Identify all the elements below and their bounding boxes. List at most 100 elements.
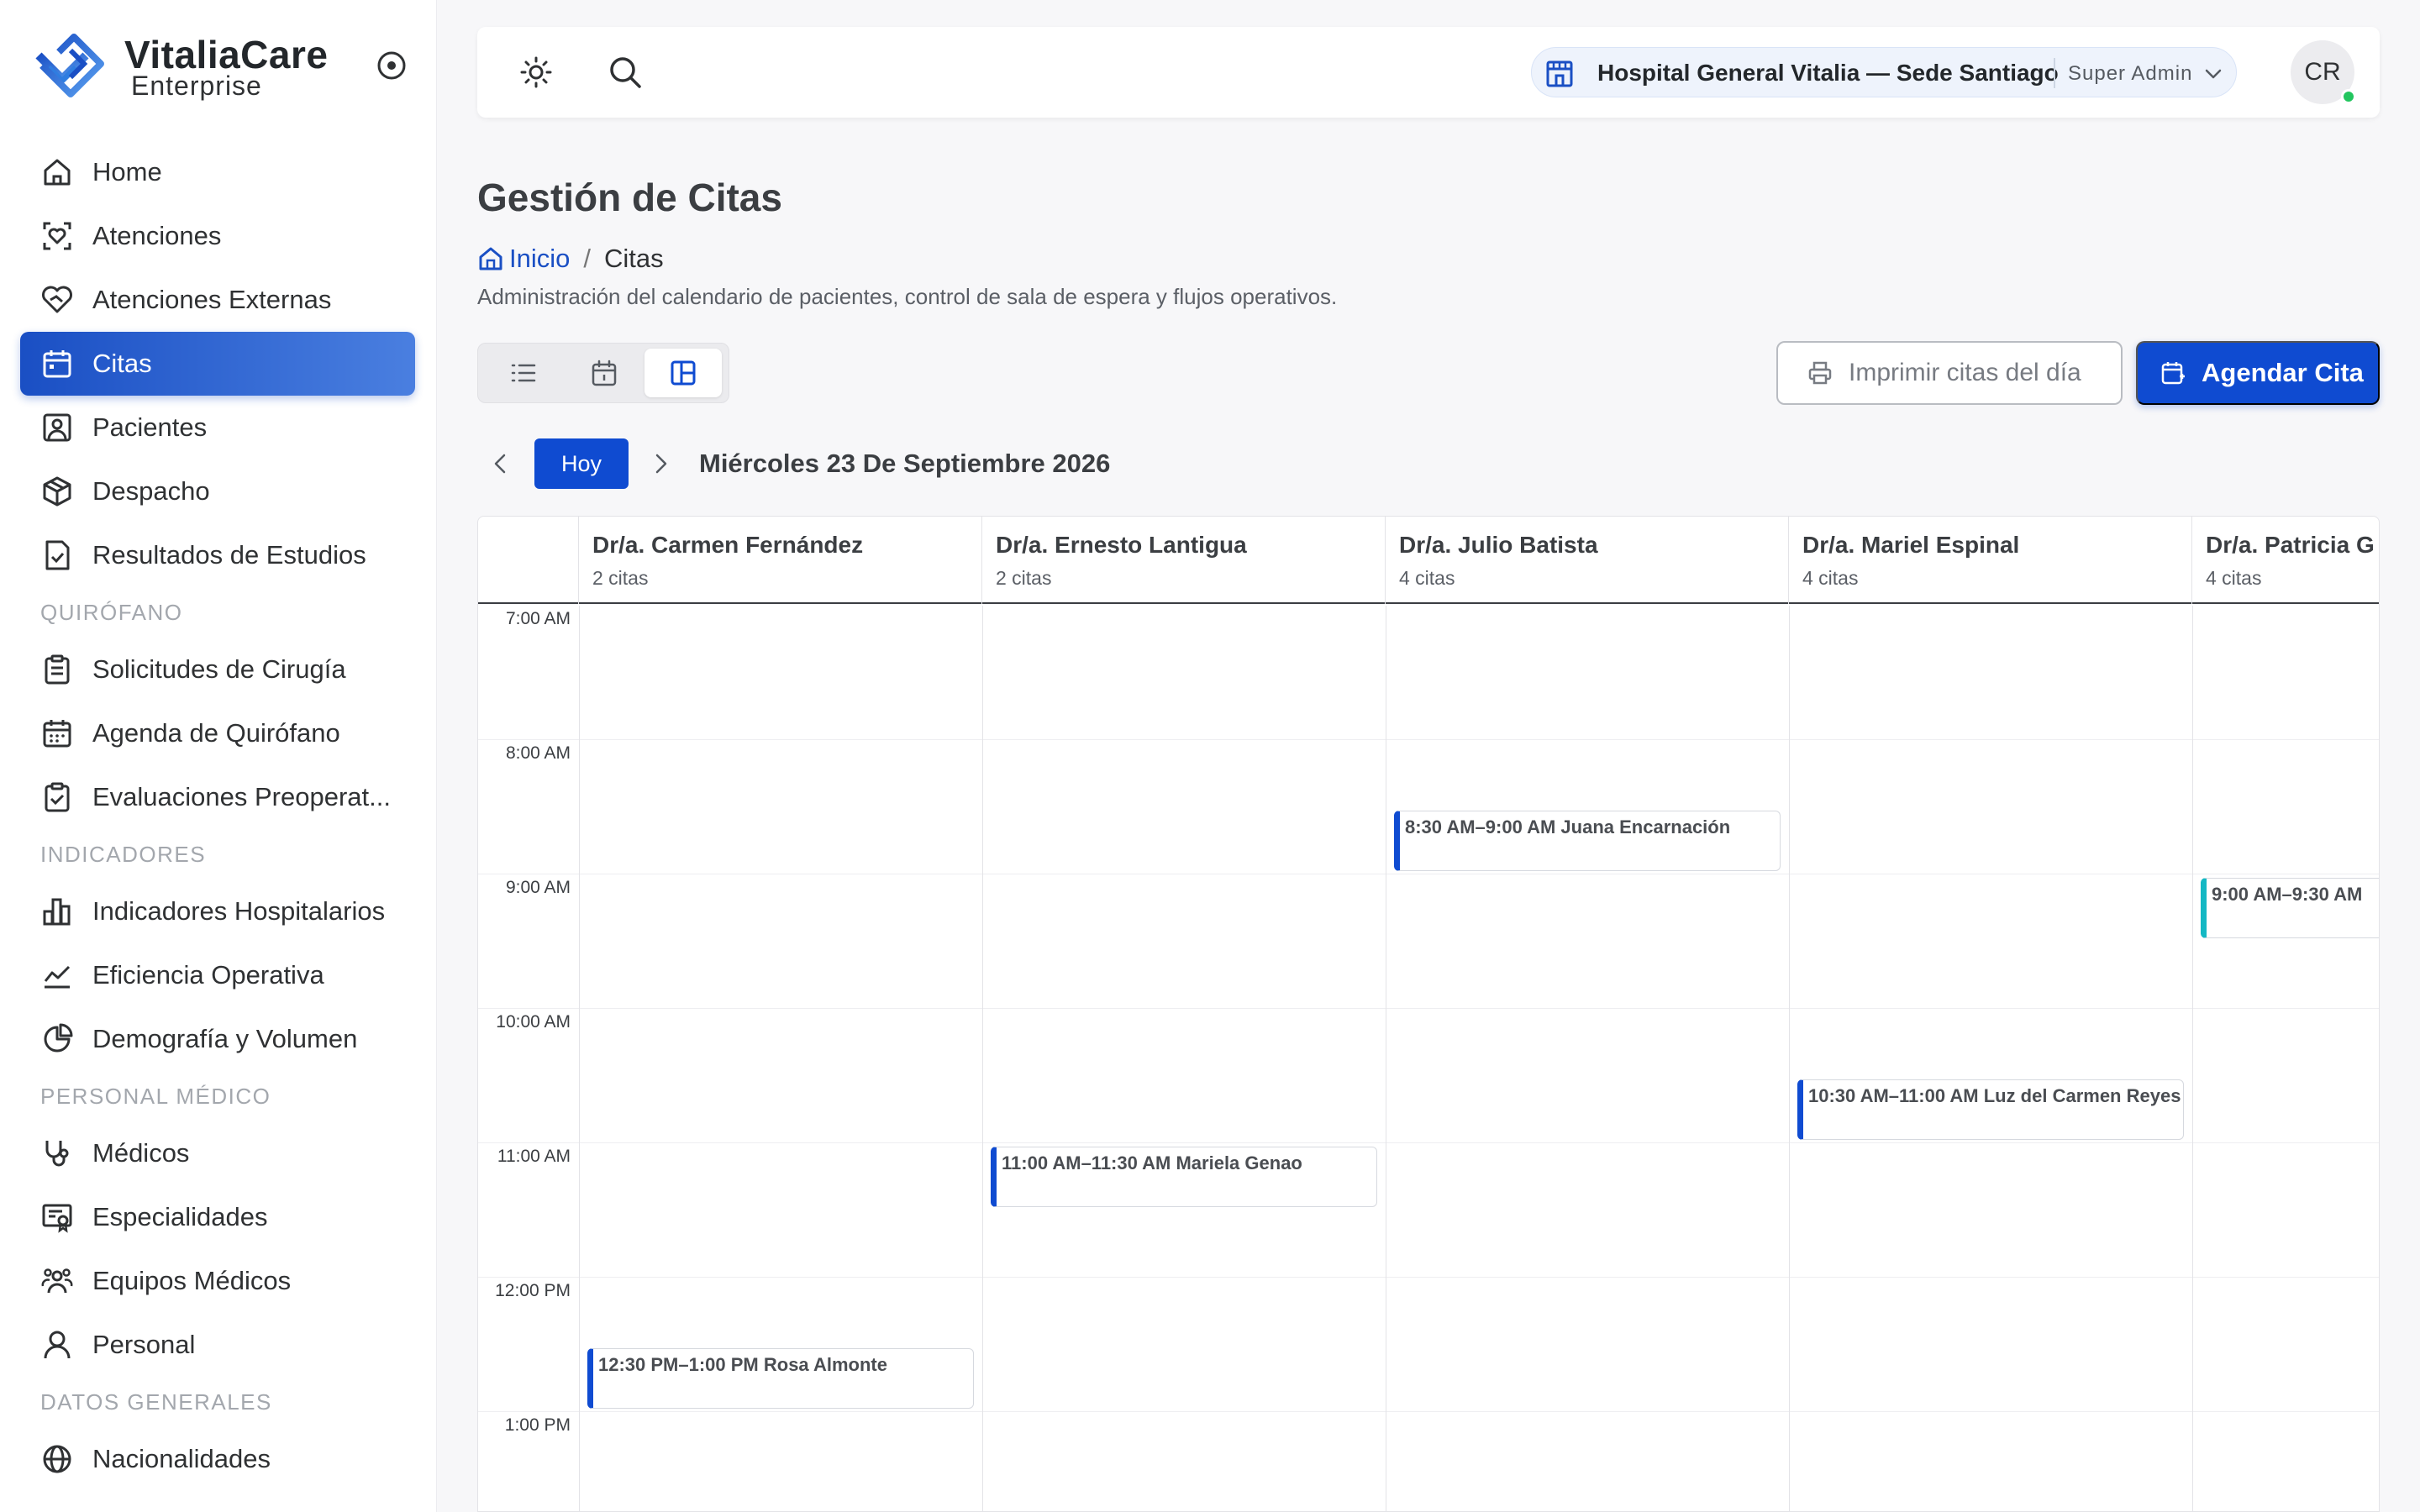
breadcrumb-home-link[interactable]: Inicio: [477, 244, 570, 274]
sidebar-item-pacientes[interactable]: Pacientes: [20, 396, 415, 459]
sidebar-item-citas[interactable]: Citas: [20, 332, 415, 396]
date-navigation: Hoy Miércoles 23 De Septiembre 2026: [477, 437, 1234, 491]
sidebar-item-label: Solicitudes de Cirugía: [92, 654, 346, 684]
bar-chart-icon: [40, 895, 74, 928]
topbar: Hospital General Vitalia — Sede Santiago…: [477, 27, 2380, 118]
hour-label: 12:00 PM: [495, 1281, 571, 1300]
doctor-column-header[interactable]: Dr/a. Carmen Fernández 2 citas: [579, 517, 982, 604]
sidebar-item-agenda-de-quirofano[interactable]: Agenda de Quirófano: [20, 701, 415, 765]
home-icon: [479, 247, 502, 270]
page-title: Gestión de Citas: [477, 176, 782, 219]
schedule-appointment-label: Agendar Cita: [2202, 358, 2364, 387]
sidebar-item-label: Evaluaciones Preoperat...: [92, 782, 391, 811]
view-switcher: [477, 343, 729, 403]
user-icon: [40, 1328, 74, 1362]
hour-row[interactable]: 7:00 AM: [478, 606, 2379, 740]
sidebar-item-label: Home: [92, 157, 162, 186]
search-icon[interactable]: [607, 54, 644, 91]
hour-label: 1:00 PM: [504, 1415, 571, 1435]
user-square-icon: [40, 411, 74, 444]
chevron-left-icon[interactable]: [489, 452, 513, 475]
sidebar-section-title: PERSONAL MÉDICO: [40, 1083, 271, 1109]
sidebar-item-indicadores-hospitalarios[interactable]: Indicadores Hospitalarios: [20, 879, 415, 943]
file-check-icon: [40, 538, 74, 572]
brand[interactable]: VitaliaCare Enterprise: [34, 29, 412, 104]
print-day-button[interactable]: Imprimir citas del día: [1776, 341, 2123, 405]
time-column-header: [478, 517, 579, 604]
sidebar-section-title: QUIRÓFANO: [40, 599, 183, 625]
hour-label: 7:00 AM: [505, 609, 571, 628]
sidebar-toggle-icon[interactable]: [375, 49, 408, 82]
sidebar-item-personal[interactable]: Personal: [20, 1313, 415, 1377]
board-view-button[interactable]: [644, 349, 722, 397]
sidebar-item-label: Especialidades: [92, 1202, 268, 1231]
sidebar-item-equipos-medicos[interactable]: Equipos Médicos: [20, 1249, 415, 1313]
appointment-count: 2 citas: [996, 567, 1052, 589]
sidebar-section-title: DATOS GENERALES: [40, 1389, 272, 1415]
breadcrumb-current: Citas: [604, 244, 664, 273]
appointment-count: 2 citas: [592, 567, 649, 589]
calendar-view-button[interactable]: [566, 349, 643, 397]
doctor-column-header[interactable]: Dr/a. Mariel Espinal 4 citas: [1789, 517, 2192, 604]
doctor-name: Dr/a. Carmen Fernández: [592, 532, 864, 558]
list-view-button[interactable]: [485, 349, 562, 397]
printer-icon: [1808, 361, 1832, 385]
appointment-count: 4 citas: [2206, 567, 2262, 589]
doctor-name: Dr/a. Ernesto Lantigua: [996, 532, 1247, 558]
sidebar-item-label: Equipos Médicos: [92, 1266, 292, 1295]
appointment-event[interactable]: 8:30 AM–9:00 AM Juana Encarnación: [1394, 811, 1781, 871]
theme-toggle-icon[interactable]: [518, 54, 555, 91]
chevron-right-icon[interactable]: [649, 452, 672, 475]
hour-row[interactable]: 11:00 AM: [478, 1143, 2379, 1278]
sidebar-item-label: Atenciones Externas: [92, 285, 332, 314]
hospital-name: Hospital General Vitalia — Sede Santiago: [1597, 60, 2059, 86]
doctor-column-header[interactable]: Dr/a. Patricia G 4 citas: [2192, 517, 2379, 604]
page-description: Administración del calendario de pacient…: [477, 284, 1338, 309]
calendar-plus-icon: [2161, 362, 2185, 385]
appointment-event[interactable]: 12:30 PM–1:00 PM Rosa Almonte: [587, 1348, 974, 1409]
hospital-selector[interactable]: Hospital General Vitalia — Sede Santiago…: [1531, 47, 2237, 97]
sidebar-item-label: Agenda de Quirófano: [92, 718, 340, 748]
doctor-name: Dr/a. Julio Batista: [1399, 532, 1598, 558]
calendar-icon: [592, 360, 617, 386]
sidebar-item-especialidades[interactable]: Especialidades: [20, 1185, 415, 1249]
sidebar-item-demografia-y-volumen[interactable]: Demografía y Volumen: [20, 1007, 415, 1071]
calendar-body: 7:00 AM 8:00 AM 9:00 AM 10:00 AM 11:00 AM 12:…: [478, 606, 2379, 1511]
hour-label: 10:00 AM: [496, 1012, 571, 1032]
home-icon: [40, 155, 74, 189]
sidebar-item-despacho[interactable]: Despacho: [20, 459, 415, 523]
appointment-event[interactable]: 11:00 AM–11:30 AM Mariela Genao: [991, 1147, 1377, 1207]
doctor-column-header[interactable]: Dr/a. Julio Batista 4 citas: [1386, 517, 1789, 604]
sidebar-item-label: Demografía y Volumen: [92, 1024, 358, 1053]
sidebar-nav: Home Atenciones Atenciones Externas Citas Pa…: [20, 140, 415, 1491]
sidebar-item-resultados-de-estudios[interactable]: Resultados de Estudios: [20, 523, 415, 587]
breadcrumb: Inicio / Citas: [477, 242, 664, 276]
sidebar-item-medicos[interactable]: Médicos: [20, 1121, 415, 1185]
sidebar-item-evaluaciones-preoperat[interactable]: Evaluaciones Preoperat...: [20, 765, 415, 829]
sidebar-item-home[interactable]: Home: [20, 140, 415, 204]
hour-row[interactable]: 9:00 AM: [478, 874, 2379, 1009]
sidebar-item-label: Atenciones: [92, 221, 222, 250]
appointment-event[interactable]: 9:00 AM–9:30 AM: [2201, 878, 2379, 938]
sidebar-item-solicitudes-de-cirugia[interactable]: Solicitudes de Cirugía: [20, 638, 415, 701]
column-divider: [579, 606, 580, 1511]
sidebar-item-atenciones-externas[interactable]: Atenciones Externas: [20, 268, 415, 332]
sidebar-item-label: Médicos: [92, 1138, 190, 1168]
online-status-dot: [2341, 89, 2356, 104]
today-button[interactable]: Hoy: [534, 438, 629, 489]
brand-logo-icon: [35, 34, 104, 97]
sidebar-item-nacionalidades[interactable]: Nacionalidades: [20, 1427, 415, 1491]
schedule-appointment-button[interactable]: Agendar Cita: [2136, 341, 2380, 405]
appointment-event[interactable]: 10:30 AM–11:00 AM Luz del Carmen Reyes: [1797, 1079, 2184, 1140]
hour-label: 9:00 AM: [505, 878, 571, 897]
sidebar-item-eficiencia-operativa[interactable]: Eficiencia Operativa: [20, 943, 415, 1007]
sidebar-item-label: Nacionalidades: [92, 1444, 271, 1473]
user-role: Super Admin: [2068, 62, 2193, 85]
sidebar-item-atenciones[interactable]: Atenciones: [20, 204, 415, 268]
breadcrumb-home-label: Inicio: [509, 244, 571, 273]
appointment-count: 4 citas: [1399, 567, 1455, 589]
sidebar-item-label: Citas: [92, 349, 152, 378]
doctor-name: Dr/a. Patricia G: [2206, 532, 2375, 558]
doctor-column-header[interactable]: Dr/a. Ernesto Lantigua 2 citas: [982, 517, 1386, 604]
hour-row[interactable]: 1:00 PM: [478, 1412, 2379, 1511]
